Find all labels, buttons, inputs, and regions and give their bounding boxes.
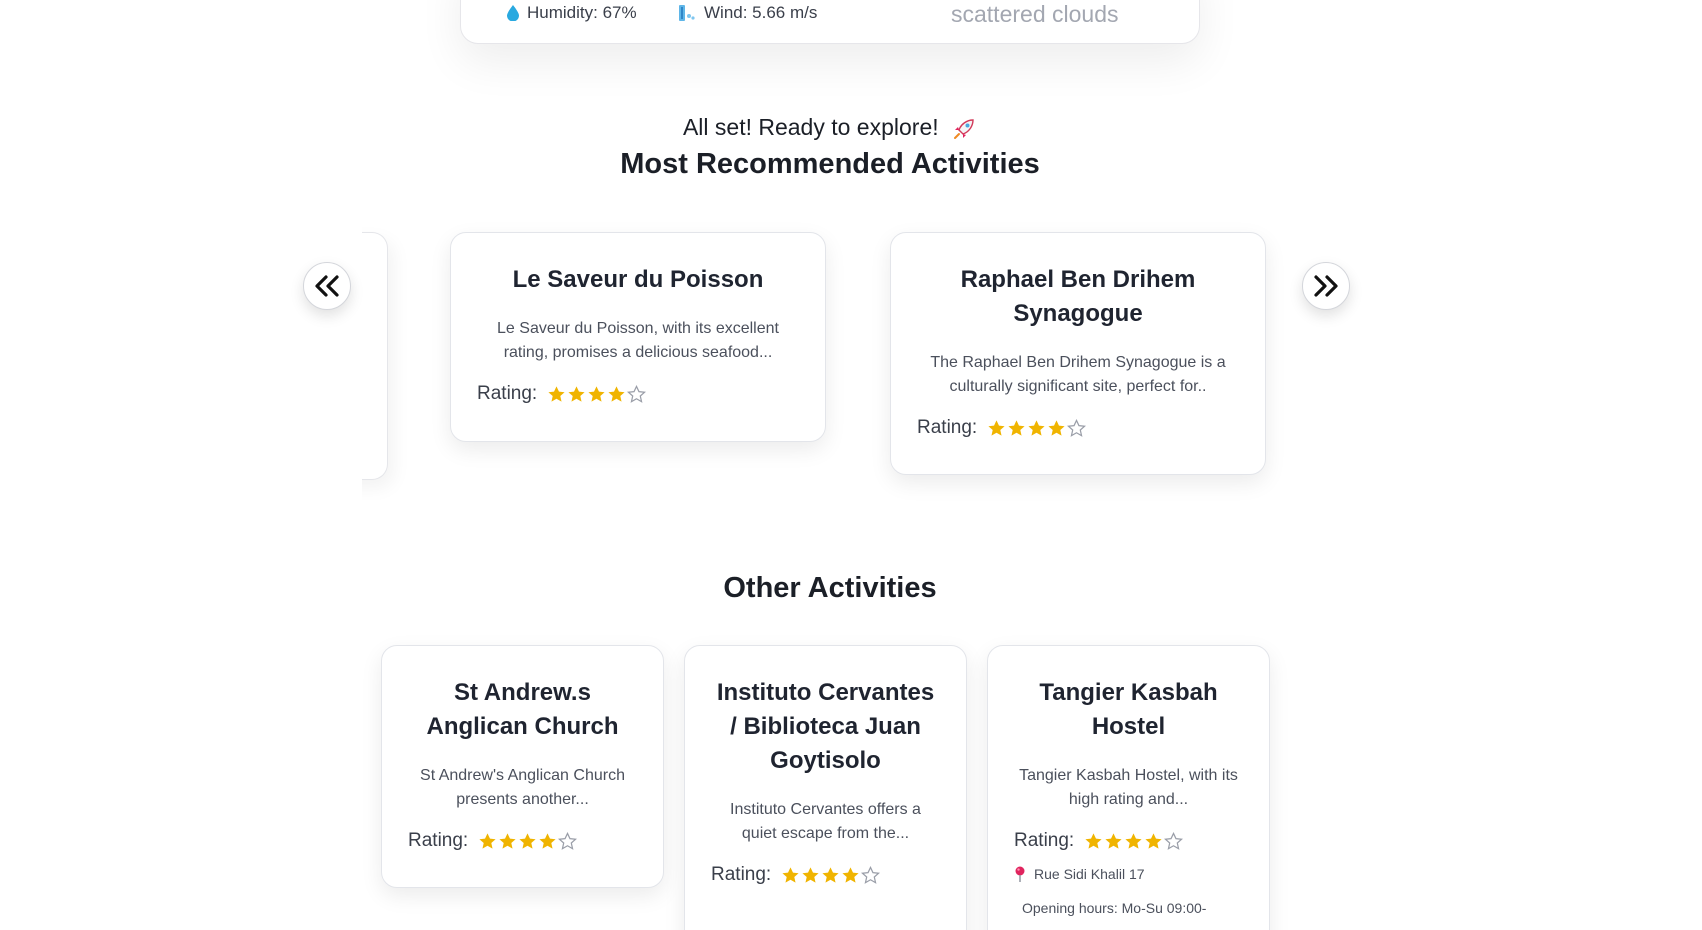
activity-card[interactable]: Le Saveur du Poisson Le Saveur du Poisso… (450, 232, 826, 442)
wind-stat: Wind: 5.66 m/s (678, 3, 817, 23)
star-empty-icon (1067, 418, 1087, 437)
star-filled-icon (588, 385, 605, 402)
star-filled-icon (539, 832, 556, 849)
star-filled-icon (1145, 832, 1162, 849)
activity-title: Tangier Kasbah Hostel (1039, 679, 1218, 740)
opening-hours-text: Opening hours: Mo-Su 09:00- (1022, 900, 1207, 916)
rating-label: Rating: (711, 864, 772, 885)
star-empty-icon (861, 865, 881, 884)
humidity-stat: Humidity: 67% (507, 3, 637, 23)
star-empty-icon (558, 831, 578, 850)
humidity-text: Humidity: 67% (527, 3, 637, 22)
star-filled-icon (822, 866, 839, 883)
activity-rating: Rating: (477, 383, 799, 405)
recommended-title: Most Recommended Activities (620, 148, 1040, 180)
double-chevron-right-icon (1314, 275, 1338, 297)
activity-address: Rue Sidi Khalil 17 (1014, 866, 1243, 882)
wind-text: Wind: 5.66 m/s (704, 3, 818, 22)
star-filled-icon (568, 385, 585, 402)
ready-message: All set! Ready to explore! (0, 114, 1660, 142)
star-filled-icon (479, 832, 496, 849)
rating-stars (1084, 831, 1184, 851)
rocket-icon (954, 119, 974, 139)
ready-text: All set! Ready to explore! (682, 114, 939, 140)
activity-card[interactable]: Tangier Kasbah Hostel Tangier Kasbah Hos… (987, 645, 1270, 930)
activity-rating: Rating: (711, 864, 940, 886)
star-filled-icon (782, 866, 799, 883)
rating-label: Rating: (477, 383, 538, 404)
wind-icon (679, 5, 695, 21)
other-activities-title: Other Activities (723, 572, 937, 604)
star-filled-icon (1085, 832, 1102, 849)
activity-description: St Andrew's Anglican Church presents ano… (420, 767, 625, 808)
star-filled-icon (519, 832, 536, 849)
carousel-prev-button[interactable] (303, 262, 351, 310)
activity-title: Instituto Cervantes / Biblioteca Juan Go… (716, 679, 935, 774)
activity-description: The Raphael Ben Drihem Synagogue is a cu… (930, 354, 1226, 395)
rating-stars (547, 384, 647, 404)
rating-label: Rating: (1014, 830, 1075, 851)
activity-rating: Rating: (1014, 830, 1243, 852)
activity-description: Instituto Cervantes offers a quiet escap… (730, 801, 921, 842)
star-filled-icon (1125, 832, 1142, 849)
star-filled-icon (1105, 832, 1122, 849)
activity-card[interactable]: Instituto Cervantes / Biblioteca Juan Go… (684, 645, 967, 930)
activity-description: Le Saveur du Poisson, with its excellent… (497, 320, 779, 361)
rating-label: Rating: (408, 830, 469, 851)
rating-stars (987, 418, 1087, 438)
rating-label: Rating: (917, 417, 978, 438)
page: Humidity: 67% Wind: 5.66 m/s scattered c… (0, 0, 1702, 930)
activity-title: Raphael Ben Drihem Synagogue (960, 266, 1196, 327)
star-empty-icon (627, 384, 647, 403)
activity-rating: Rating: (917, 417, 1239, 439)
star-filled-icon (802, 866, 819, 883)
map-pin-icon (1015, 866, 1025, 882)
star-filled-icon (608, 385, 625, 402)
activity-title: St Andrew.s Anglican Church (426, 679, 619, 740)
activity-description: Tangier Kasbah Hostel, with its high rat… (1019, 767, 1238, 808)
activity-title: Le Saveur du Poisson (512, 266, 764, 293)
star-filled-icon (1028, 419, 1045, 436)
weather-description: scattered clouds (951, 1, 1119, 27)
opening-hours: Opening hours: Mo-Su 09:00- (1014, 900, 1243, 916)
activity-rating: Rating: (408, 830, 637, 852)
rating-stars (478, 831, 578, 851)
star-filled-icon (499, 832, 516, 849)
double-chevron-left-icon (315, 275, 339, 297)
star-empty-icon (1164, 831, 1184, 850)
star-filled-icon (548, 385, 565, 402)
activity-card[interactable]: Raphael Ben Drihem Synagogue The Raphael… (890, 232, 1266, 475)
activity-card[interactable]: St Andrew.s Anglican Church St Andrew's … (381, 645, 664, 888)
weather-card: Humidity: 67% Wind: 5.66 m/s scattered c… (460, 0, 1200, 44)
star-filled-icon (988, 419, 1005, 436)
rating-stars (781, 865, 881, 885)
water-drop-icon (507, 5, 519, 21)
star-filled-icon (842, 866, 859, 883)
star-filled-icon (1008, 419, 1025, 436)
star-filled-icon (1048, 419, 1065, 436)
address-text: Rue Sidi Khalil 17 (1034, 866, 1145, 882)
carousel-next-button[interactable] (1302, 262, 1350, 310)
